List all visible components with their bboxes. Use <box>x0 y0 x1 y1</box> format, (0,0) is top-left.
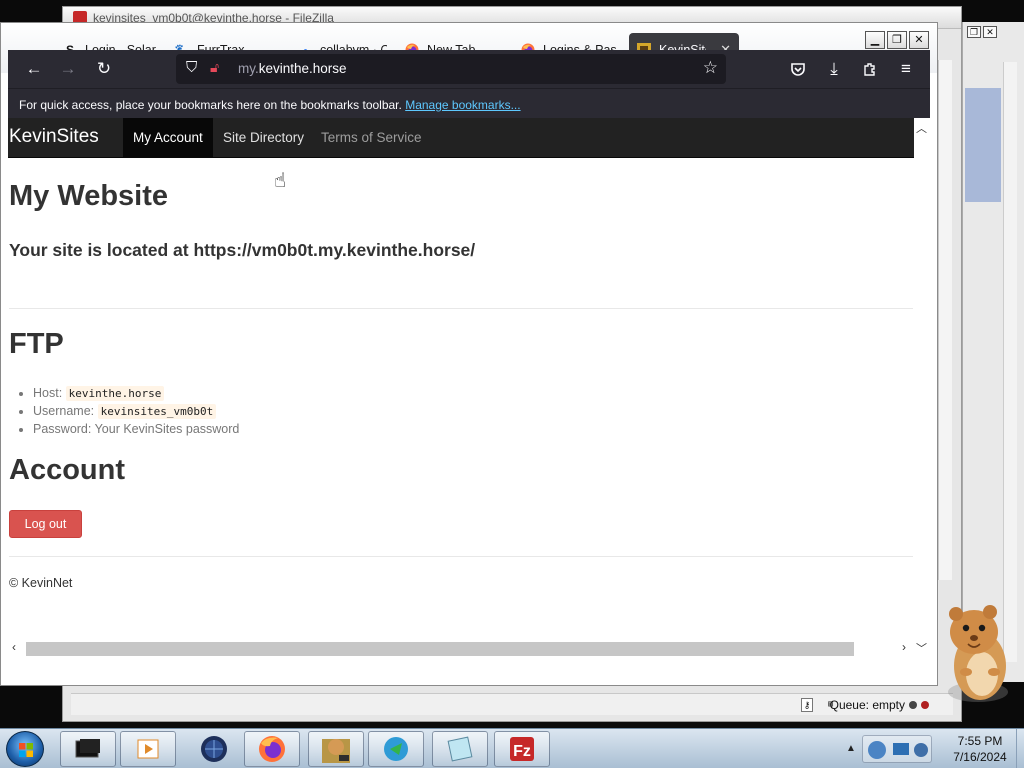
activity-led-icon <box>909 701 917 709</box>
site-navbar: KevinSites My Account Site Directory Ter… <box>8 118 914 158</box>
media-player-icon <box>137 739 159 759</box>
nav-terms-of-service[interactable]: Terms of Service <box>311 118 432 158</box>
footer-copyright: © KevinNet <box>9 576 73 590</box>
heading-ftp: FTP <box>9 328 64 360</box>
windows-logo-icon <box>19 743 33 757</box>
background-panel-selection <box>965 88 1001 202</box>
divider <box>9 308 913 309</box>
svg-text:Fz: Fz <box>513 743 531 760</box>
logout-button[interactable]: Log out <box>9 510 82 538</box>
taskbar-filezilla[interactable]: Fz <box>494 731 550 767</box>
reload-icon[interactable]: ↻ <box>86 50 122 88</box>
heading-my-website: My Website <box>9 180 169 212</box>
system-clock[interactable]: 7:55 PM 7/16/2024 <box>940 733 1020 765</box>
taskbar-hamster-box[interactable] <box>308 731 364 767</box>
bookmark-star-icon[interactable]: ☆ <box>703 58 718 78</box>
filezilla-statusbar: ⚷ ▤ Queue: empty <box>71 693 953 715</box>
hamster-mascot[interactable] <box>930 600 1020 708</box>
activity-led-icon <box>921 701 929 709</box>
ftp-host-label: Host: <box>33 386 63 400</box>
show-hidden-icons-icon[interactable]: ▲ <box>846 743 856 754</box>
shield-icon[interactable]: ⛉ <box>186 59 197 76</box>
clock-date: 7/16/2024 <box>953 750 1007 764</box>
url-domain: kevinthe.horse <box>258 61 347 76</box>
url-prefix: my. <box>238 61 259 76</box>
close-icon[interactable]: ✕ <box>983 26 997 38</box>
site-brand[interactable]: KevinSites <box>9 126 99 148</box>
windows-taskbar: Fz ▲ 7:55 PM 7/16/2024 <box>0 728 1024 768</box>
taskbar-download-manager[interactable] <box>368 731 424 767</box>
nav-toolbar: ← → ↻ ⛉ 🔓︎ my.kevinthe.horse ☆ ⤓ ≡ <box>8 50 930 88</box>
ftp-details-list: Host: kevinthe.horse Username: kevinsite… <box>33 384 239 438</box>
ftp-host: Host: kevinthe.horse <box>33 384 239 402</box>
url-text[interactable]: my.kevinthe.horse <box>238 61 347 76</box>
hamster-box-icon <box>322 739 350 763</box>
queue-status: Queue: empty <box>829 698 905 712</box>
ftp-username: Username: kevinsites_vm0b0t <box>33 402 239 420</box>
taskbar-terminal[interactable] <box>60 731 116 767</box>
download-manager-icon <box>384 737 408 761</box>
scroll-up-icon[interactable]: ︿ <box>916 120 927 136</box>
ftp-password-value: Your KevinSites password <box>94 422 240 436</box>
window-controls: ▁ ❐ ✕ <box>865 31 929 49</box>
show-desktop-button[interactable] <box>1016 729 1024 768</box>
taskbar-media-player[interactable] <box>120 731 176 767</box>
minimize-icon[interactable]: ▁ <box>865 31 885 49</box>
ftp-password-label: Password: <box>33 422 92 436</box>
maximize-icon[interactable]: ❐ <box>887 31 907 49</box>
firefox-icon <box>259 736 285 762</box>
horizontal-scrollbar[interactable]: ‹ › <box>8 638 914 660</box>
network-icon[interactable] <box>863 736 933 764</box>
ftp-username-value: kevinsites_vm0b0t <box>97 404 217 419</box>
background-window-right: ❐ ✕ <box>962 22 1024 682</box>
ftp-password: Password: Your KevinSites password <box>33 420 239 438</box>
taskbar-firefox[interactable] <box>244 731 300 767</box>
nav-my-account[interactable]: My Account <box>123 118 213 158</box>
start-button[interactable] <box>6 731 44 767</box>
page-content: KevinSites My Account Site Directory Ter… <box>8 118 914 638</box>
horizontal-scroll-thumb[interactable] <box>26 642 854 656</box>
ftp-username-label: Username: <box>33 404 95 418</box>
extensions-icon[interactable] <box>852 50 888 88</box>
site-location: Your site is located at https://vm0b0t.m… <box>9 240 476 260</box>
filezilla-icon: Fz <box>510 737 534 761</box>
scroll-down-icon[interactable]: ﹀ <box>916 640 927 656</box>
forward-icon[interactable]: → <box>50 50 86 88</box>
divider <box>9 556 913 557</box>
bookmarks-toolbar: For quick access, place your bookmarks h… <box>8 88 930 118</box>
key-icon: ⚷ <box>801 698 813 712</box>
url-bar[interactable]: ⛉ 🔓︎ my.kevinthe.horse ☆ <box>176 54 726 84</box>
taskbar-notepad[interactable] <box>432 731 488 767</box>
insecure-lock-icon[interactable]: 🔓︎ <box>210 59 219 76</box>
download-icon[interactable]: ⤓ <box>816 50 852 88</box>
nav-site-directory[interactable]: Site Directory <box>213 118 314 158</box>
back-icon[interactable]: ← <box>16 50 52 88</box>
pocket-icon[interactable] <box>780 50 816 88</box>
scroll-right-icon[interactable]: › <box>902 640 906 654</box>
globe-icon <box>201 736 227 762</box>
notepad-icon <box>447 736 473 762</box>
clock-time: 7:55 PM <box>957 734 1003 748</box>
heading-account: Account <box>9 454 125 486</box>
bookmarks-hint: For quick access, place your bookmarks h… <box>19 98 402 112</box>
background-scrollbar[interactable] <box>1003 62 1017 662</box>
close-icon[interactable]: ✕ <box>909 31 929 49</box>
hand-cursor-icon: ☝ <box>274 170 287 192</box>
terminal-icon <box>75 739 100 758</box>
ftp-host-value: kevinthe.horse <box>65 386 165 401</box>
manage-bookmarks-link[interactable]: Manage bookmarks... <box>405 98 520 112</box>
vertical-scrollbar[interactable]: ︿ ﹀ <box>914 118 930 660</box>
taskbar-globe-browser[interactable] <box>186 731 242 767</box>
background-scrollbar <box>938 60 952 580</box>
menu-icon[interactable]: ≡ <box>888 50 924 88</box>
restore-icon[interactable]: ❐ <box>967 26 981 38</box>
scroll-left-icon[interactable]: ‹ <box>12 640 16 654</box>
system-tray <box>862 735 932 763</box>
